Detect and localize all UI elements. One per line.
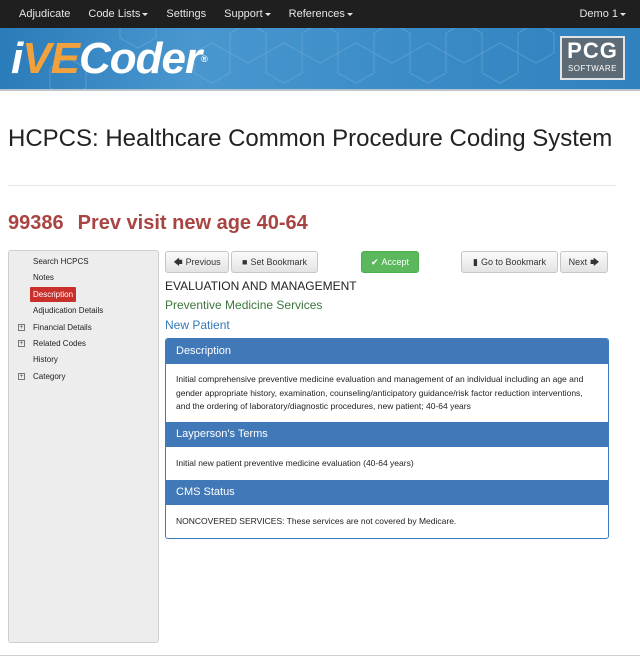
page-title: HCPCS: Healthcare Common Procedure Codin… — [8, 125, 613, 152]
sidebar-item-financial-details[interactable]: + Financial Details — [9, 320, 158, 336]
code-heading: 99386 Prev visit new age 40-64 — [8, 212, 308, 235]
caret-down-icon — [620, 12, 626, 16]
plus-square-icon[interactable]: + — [18, 372, 25, 380]
patient-type-heading: New Patient — [165, 318, 230, 332]
nav-settings[interactable]: Settings — [157, 0, 215, 28]
accept-button[interactable]: ✔ Accept — [361, 251, 419, 273]
layperson-text: Initial new patient preventive medicine … — [176, 458, 414, 468]
bookmark-icon: ▮ — [473, 257, 478, 267]
plus-square-icon[interactable]: + — [18, 323, 25, 331]
sidebar-item-category[interactable]: + Category — [9, 369, 158, 385]
sidebar-item-related-codes[interactable]: + Related Codes — [9, 336, 158, 352]
accept-button-label: Accept — [381, 257, 410, 267]
nav-user-label: Demo 1 — [579, 8, 618, 20]
sidebar: Search HCPCS Notes Description Adjudicat… — [8, 250, 159, 643]
sidebar-item-label: Notes — [33, 273, 54, 283]
logo-prefix: i — [11, 34, 23, 83]
sidebar-item-description[interactable]: Description — [9, 286, 158, 303]
sidebar-item-adjudication-details[interactable]: Adjudication Details — [9, 303, 158, 319]
nav-references[interactable]: References — [280, 0, 362, 28]
pcg-software-logo: PCG SOFTWARE — [560, 36, 625, 80]
arrow-left-icon: 🡄 — [173, 257, 183, 267]
logo-highlight: VE — [22, 34, 80, 83]
nav-code-lists[interactable]: Code Lists — [79, 0, 157, 28]
sidebar-item-label: Search HCPCS — [33, 257, 89, 266]
nav-user-menu[interactable]: Demo 1 — [570, 0, 640, 28]
sidebar-item-label: Financial Details — [33, 322, 92, 332]
caret-down-icon — [346, 12, 353, 16]
layperson-panel-header: Layperson's Terms — [166, 422, 608, 447]
banner-divider — [0, 89, 640, 91]
nav-code-lists-label: Code Lists — [88, 8, 141, 20]
caret-down-icon — [142, 12, 149, 16]
nav-adjudicate[interactable]: Adjudicate — [0, 0, 79, 28]
sidebar-item-label: Related Codes — [33, 338, 86, 348]
footer-divider — [0, 655, 640, 656]
description-text: Initial comprehensive preventive medicin… — [176, 374, 584, 411]
checkmark-icon: ✔ — [370, 257, 379, 267]
plus-square-icon[interactable]: + — [18, 339, 25, 347]
nav-support-label: Support — [224, 8, 263, 20]
sidebar-item-history[interactable]: History — [9, 352, 158, 368]
vendor-line2: SOFTWARE — [567, 64, 618, 73]
procedure-code-description: Prev visit new age 40-64 — [77, 212, 308, 234]
nav-adjudicate-label: Adjudicate — [19, 8, 71, 20]
nav-support[interactable]: Support — [215, 0, 280, 28]
logo-suffix: Coder — [78, 34, 202, 83]
ivecoder-logo: iVECoder® — [11, 34, 208, 84]
procedure-code: 99386 — [8, 212, 64, 234]
go-to-bookmark-button[interactable]: ▮ Go to Bookmark — [461, 251, 558, 273]
next-button-label: Next — [568, 257, 588, 267]
top-navbar: Adjudicate Code Lists Settings Support R… — [0, 0, 640, 28]
cms-status-panel-header: CMS Status — [166, 480, 608, 505]
category-heading: EVALUATION AND MANAGEMENT — [165, 279, 357, 293]
app-banner: iVECoder® PCG SOFTWARE — [0, 28, 640, 89]
go-to-bookmark-label: Go to Bookmark — [480, 257, 546, 267]
next-button[interactable]: Next 🡆 — [560, 251, 608, 273]
title-divider — [8, 185, 616, 186]
set-bookmark-label: Set Bookmark — [250, 257, 307, 267]
logo-mark: ® — [201, 54, 208, 64]
sidebar-item-label: Adjudication Details — [33, 306, 104, 316]
previous-button[interactable]: 🡄 Previous — [165, 251, 229, 273]
sidebar-item-label: Description — [30, 286, 77, 302]
subcategory-heading: Preventive Medicine Services — [165, 298, 323, 312]
cms-status-text: NONCOVERED SERVICES: These services are … — [176, 516, 457, 526]
details-panel: Description Initial comprehensive preven… — [165, 338, 609, 539]
caret-down-icon — [264, 12, 271, 16]
previous-button-label: Previous — [185, 257, 221, 267]
sidebar-item-search-hcpcs[interactable]: Search HCPCS — [9, 254, 158, 270]
set-bookmark-button[interactable]: ■ Set Bookmark — [231, 251, 318, 273]
sidebar-item-label: History — [33, 355, 58, 365]
vendor-line1: PCG — [567, 38, 618, 63]
nav-references-label: References — [288, 8, 345, 20]
nav-settings-label: Settings — [166, 8, 207, 20]
arrow-right-icon: 🡆 — [590, 257, 600, 267]
description-panel-header: Description — [166, 339, 608, 364]
sidebar-item-notes[interactable]: Notes — [9, 270, 158, 286]
sidebar-item-label: Category — [33, 371, 66, 381]
book-icon: ■ — [242, 257, 248, 267]
